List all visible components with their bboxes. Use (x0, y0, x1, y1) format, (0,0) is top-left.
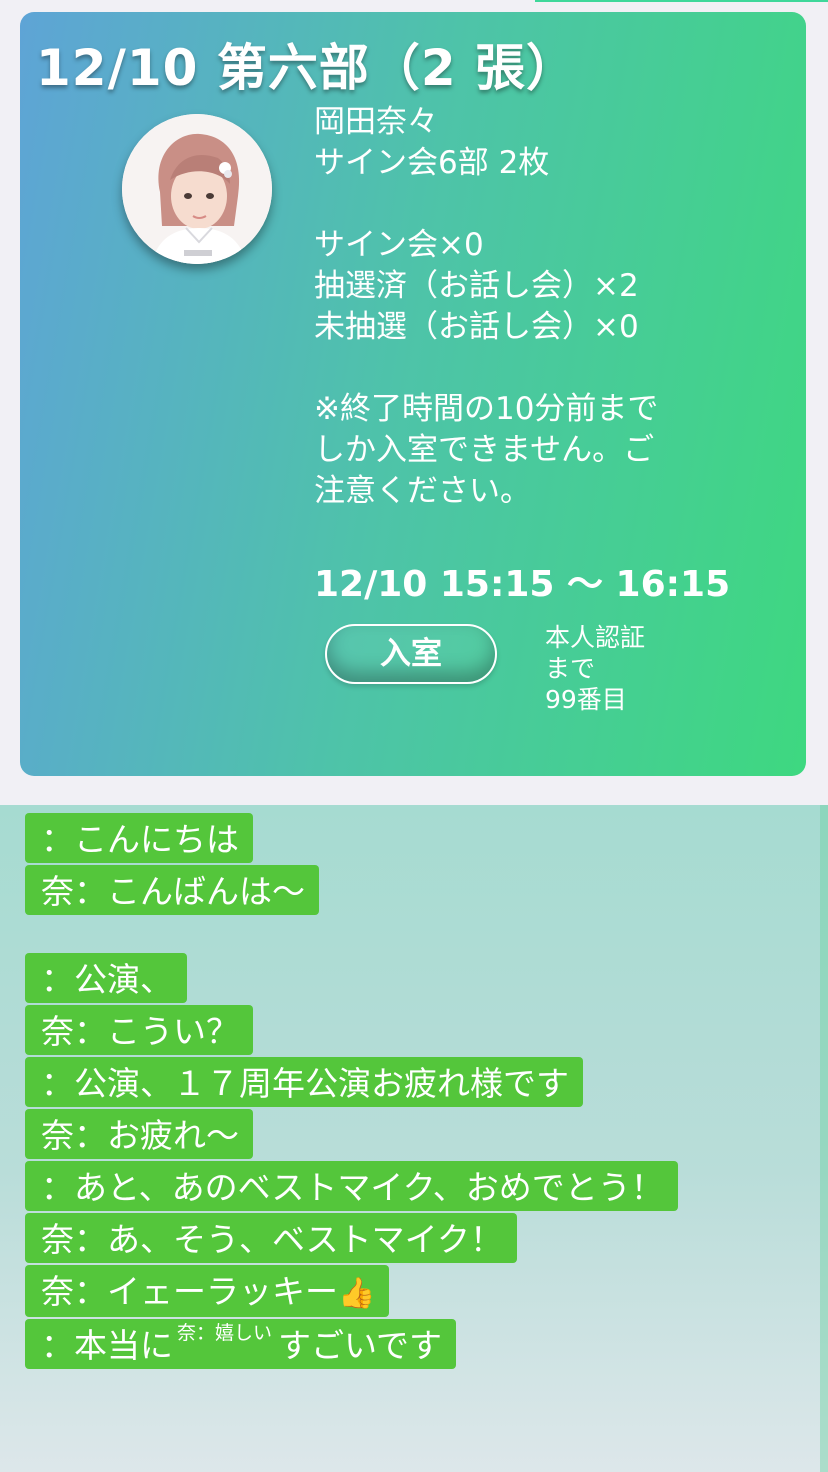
member-photo (122, 114, 272, 264)
member-name: 岡田奈々 (314, 104, 438, 140)
chat-bubble: ：あと、あのベストマイク、おめでとう！ (25, 1161, 678, 1211)
ticket-info: 岡田奈々 サイン会6部 2枚 サイン会×0 抽選済（お話し会）×2 未抽選（お話… (314, 102, 774, 512)
chat-transcript: ：こんにちは 奈：こんばんは〜 ：公演、 奈：こうい？ ：公演、１７周年公演お疲… (0, 805, 828, 1472)
chat-bubble: 奈：こんばんは〜 (25, 865, 319, 915)
sign-count: サイン会×0 (314, 227, 484, 263)
event-time: 12/10 15:15 〜 16:15 (314, 564, 731, 605)
card-title: 12/10 第六部（2 張） (36, 39, 578, 97)
chat-bubble: ：こんにちは (25, 813, 253, 863)
member-avatar (122, 114, 272, 264)
ruby-annotation: 奈：嬉しい (177, 1322, 273, 1344)
undrawn-count: 未抽選（お話し会）×0 (314, 309, 639, 345)
right-edge-accent (820, 805, 828, 1472)
chat-bubble: 奈：お疲れ〜 (25, 1109, 253, 1159)
top-accent-line (535, 0, 828, 2)
thumbs-up-icon: 👍 (338, 1276, 376, 1311)
event-ticket-card: 12/10 第六部（2 張） 岡田奈々 サイン会6部 2枚 サイン会×0 抽選済… (20, 12, 806, 776)
entry-notice: ※終了時間の10分前まで しか入室できません。ご 注意ください。 (314, 391, 659, 509)
chat-bubble-last: ：本当に 奈：嬉しい すごいです (25, 1319, 457, 1369)
chat-bubble: ：公演、 (25, 953, 187, 1003)
chat-bubble: ：公演、１７周年公演お疲れ様です (25, 1057, 583, 1107)
session-label: サイン会6部 2枚 (314, 145, 550, 181)
chat-bubble: 奈：あ、そう、ベストマイク！ (25, 1213, 517, 1263)
enter-room-button[interactable]: 入室 (325, 624, 497, 684)
chat-bubble: 奈：こうい？ (25, 1005, 253, 1055)
chat-bubble-with-emoji: 奈：イェーラッキー👍 (25, 1265, 390, 1317)
drawn-count: 抽選済（お話し会）×2 (314, 268, 639, 304)
queue-position: 本人認証 まで 99番目 (545, 623, 646, 714)
